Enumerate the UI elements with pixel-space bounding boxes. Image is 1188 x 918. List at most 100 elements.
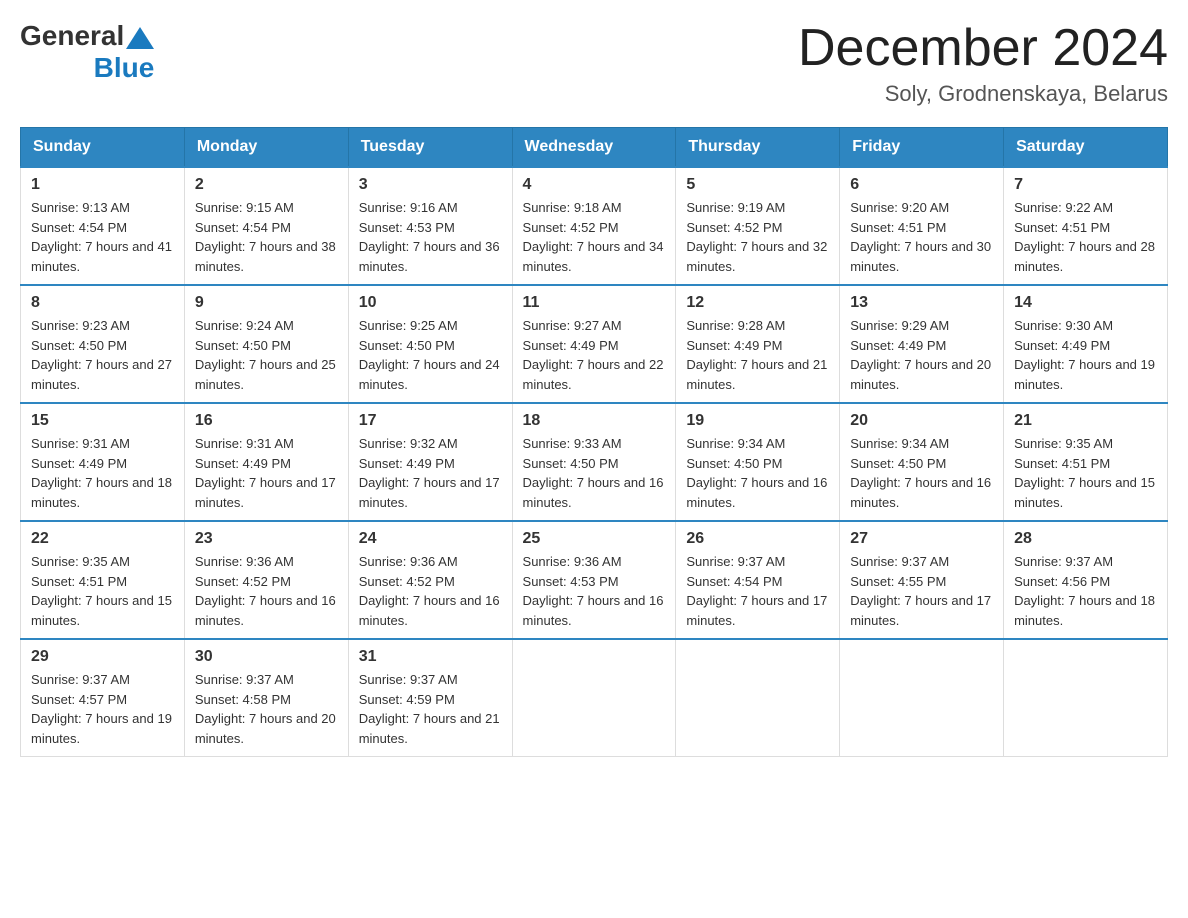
calendar-cell: 30Sunrise: 9:37 AMSunset: 4:58 PMDayligh… [184,639,348,757]
day-info: Sunrise: 9:31 AMSunset: 4:49 PMDaylight:… [31,434,174,512]
day-number: 17 [359,412,502,430]
day-info: Sunrise: 9:34 AMSunset: 4:50 PMDaylight:… [686,434,829,512]
calendar-cell: 6 Sunrise: 9:20 AMSunset: 4:51 PMDaylight… [840,167,1004,285]
calendar-cell: 25 Sunrise: 9:36 AMSunset: 4:53 PMDayligh… [512,521,676,639]
day-number: 10 [359,294,502,312]
calendar-cell: 13 Sunrise: 9:29 AMSunset: 4:49 PMDayligh… [840,285,1004,403]
day-info: Sunrise: 9:23 AMSunset: 4:50 PMDaylight:… [31,316,174,394]
day-info: Sunrise: 9:36 AMSunset: 4:52 PMDaylight:… [195,552,338,630]
title-section: December 2024 Soly, Grodnenskaya, Belaru… [798,20,1168,107]
logo-triangle-icon [126,27,154,49]
day-number: 22 [31,530,174,548]
calendar-cell: 26Sunrise: 9:37 AMSunset: 4:54 PMDayligh… [676,521,840,639]
day-info: Sunrise: 9:35 AMSunset: 4:51 PMDaylight:… [31,552,174,630]
day-number: 28 [1014,530,1157,548]
calendar-cell: 10Sunrise: 9:25 AMSunset: 4:50 PMDayligh… [348,285,512,403]
week-row-3: 15 Sunrise: 9:31 AMSunset: 4:49 PMDayligh… [21,403,1168,521]
week-row-1: 1 Sunrise: 9:13 AMSunset: 4:54 PMDaylight… [21,167,1168,285]
day-info: Sunrise: 9:27 AMSunset: 4:49 PMDaylight:… [523,316,666,394]
day-number: 11 [523,294,666,312]
calendar-table: SundayMondayTuesdayWednesdayThursdayFrid… [20,127,1168,757]
calendar-cell [676,639,840,757]
column-header-thursday: Thursday [676,128,840,168]
column-header-wednesday: Wednesday [512,128,676,168]
calendar-cell: 19Sunrise: 9:34 AMSunset: 4:50 PMDayligh… [676,403,840,521]
day-number: 3 [359,176,502,194]
day-info: Sunrise: 9:20 AMSunset: 4:51 PMDaylight:… [850,198,993,276]
day-info: Sunrise: 9:24 AMSunset: 4:50 PMDaylight:… [195,316,338,394]
day-info: Sunrise: 9:36 AMSunset: 4:52 PMDaylight:… [359,552,502,630]
logo: General Blue [20,20,154,84]
calendar-cell: 16 Sunrise: 9:31 AMSunset: 4:49 PMDayligh… [184,403,348,521]
day-number: 16 [195,412,338,430]
calendar-cell: 21 Sunrise: 9:35 AMSunset: 4:51 PMDayligh… [1004,403,1168,521]
calendar-cell: 4 Sunrise: 9:18 AMSunset: 4:52 PMDaylight… [512,167,676,285]
day-number: 8 [31,294,174,312]
calendar-cell [1004,639,1168,757]
calendar-cell: 7Sunrise: 9:22 AMSunset: 4:51 PMDaylight… [1004,167,1168,285]
day-number: 13 [850,294,993,312]
day-info: Sunrise: 9:15 AMSunset: 4:54 PMDaylight:… [195,198,338,276]
calendar-cell: 24 Sunrise: 9:36 AMSunset: 4:52 PMDayligh… [348,521,512,639]
day-number: 15 [31,412,174,430]
calendar-cell [512,639,676,757]
column-header-friday: Friday [840,128,1004,168]
calendar-cell: 31 Sunrise: 9:37 AMSunset: 4:59 PMDayligh… [348,639,512,757]
location-title: Soly, Grodnenskaya, Belarus [798,81,1168,107]
calendar-cell: 28 Sunrise: 9:37 AMSunset: 4:56 PMDayligh… [1004,521,1168,639]
logo-general: General [20,20,124,52]
day-info: Sunrise: 9:31 AMSunset: 4:49 PMDaylight:… [195,434,338,512]
day-info: Sunrise: 9:36 AMSunset: 4:53 PMDaylight:… [523,552,666,630]
calendar-cell: 23 Sunrise: 9:36 AMSunset: 4:52 PMDayligh… [184,521,348,639]
day-number: 24 [359,530,502,548]
day-number: 1 [31,176,174,194]
day-info: Sunrise: 9:16 AMSunset: 4:53 PMDaylight:… [359,198,502,276]
calendar-cell: 27 Sunrise: 9:37 AMSunset: 4:55 PMDayligh… [840,521,1004,639]
calendar-cell: 1 Sunrise: 9:13 AMSunset: 4:54 PMDaylight… [21,167,185,285]
day-number: 2 [195,176,338,194]
header-row: SundayMondayTuesdayWednesdayThursdayFrid… [21,128,1168,168]
day-number: 14 [1014,294,1157,312]
day-info: Sunrise: 9:18 AMSunset: 4:52 PMDaylight:… [523,198,666,276]
day-info: Sunrise: 9:37 AMSunset: 4:56 PMDaylight:… [1014,552,1157,630]
day-info: Sunrise: 9:37 AMSunset: 4:58 PMDaylight:… [195,670,338,748]
logo-blue: Blue [94,52,155,84]
day-info: Sunrise: 9:19 AMSunset: 4:52 PMDaylight:… [686,198,829,276]
calendar-cell: 15 Sunrise: 9:31 AMSunset: 4:49 PMDayligh… [21,403,185,521]
day-number: 4 [523,176,666,194]
calendar-cell: 3 Sunrise: 9:16 AMSunset: 4:53 PMDaylight… [348,167,512,285]
day-info: Sunrise: 9:37 AMSunset: 4:55 PMDaylight:… [850,552,993,630]
day-info: Sunrise: 9:29 AMSunset: 4:49 PMDaylight:… [850,316,993,394]
calendar-cell: 29 Sunrise: 9:37 AMSunset: 4:57 PMDayligh… [21,639,185,757]
month-title: December 2024 [798,20,1168,77]
day-number: 12 [686,294,829,312]
day-number: 25 [523,530,666,548]
day-number: 27 [850,530,993,548]
calendar-cell [840,639,1004,757]
week-row-5: 29 Sunrise: 9:37 AMSunset: 4:57 PMDayligh… [21,639,1168,757]
calendar-cell: 9 Sunrise: 9:24 AMSunset: 4:50 PMDaylight… [184,285,348,403]
day-number: 20 [850,412,993,430]
day-info: Sunrise: 9:37 AMSunset: 4:57 PMDaylight:… [31,670,174,748]
page-header: General Blue December 2024 Soly, Grodnen… [20,20,1168,107]
day-number: 31 [359,648,502,666]
day-number: 29 [31,648,174,666]
calendar-cell: 18Sunrise: 9:33 AMSunset: 4:50 PMDayligh… [512,403,676,521]
day-number: 21 [1014,412,1157,430]
day-number: 6 [850,176,993,194]
day-info: Sunrise: 9:28 AMSunset: 4:49 PMDaylight:… [686,316,829,394]
day-info: Sunrise: 9:13 AMSunset: 4:54 PMDaylight:… [31,198,174,276]
column-header-monday: Monday [184,128,348,168]
day-number: 5 [686,176,829,194]
column-header-tuesday: Tuesday [348,128,512,168]
day-number: 9 [195,294,338,312]
day-info: Sunrise: 9:35 AMSunset: 4:51 PMDaylight:… [1014,434,1157,512]
day-info: Sunrise: 9:30 AMSunset: 4:49 PMDaylight:… [1014,316,1157,394]
day-info: Sunrise: 9:37 AMSunset: 4:59 PMDaylight:… [359,670,502,748]
day-number: 7 [1014,176,1157,194]
day-info: Sunrise: 9:37 AMSunset: 4:54 PMDaylight:… [686,552,829,630]
calendar-cell: 22 Sunrise: 9:35 AMSunset: 4:51 PMDayligh… [21,521,185,639]
day-number: 23 [195,530,338,548]
calendar-cell: 20 Sunrise: 9:34 AMSunset: 4:50 PMDayligh… [840,403,1004,521]
day-info: Sunrise: 9:34 AMSunset: 4:50 PMDaylight:… [850,434,993,512]
